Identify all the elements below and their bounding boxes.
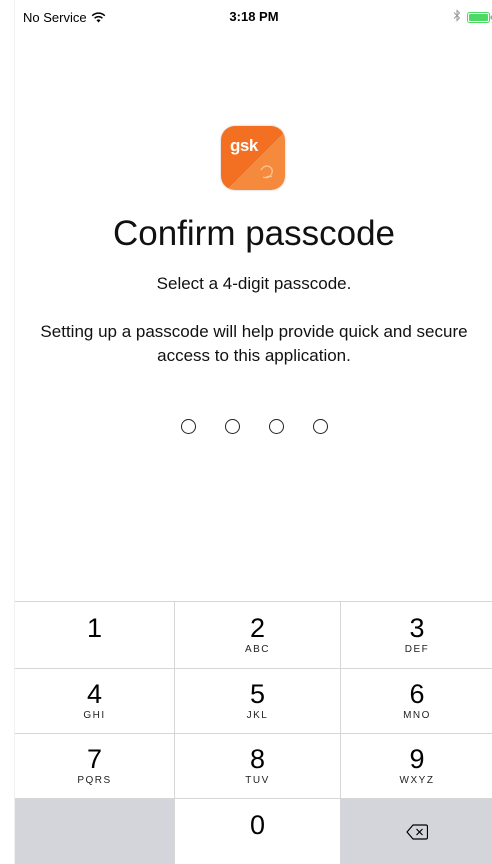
key-letters: PQRS [77,775,112,786]
key-digit: 8 [249,744,266,774]
key-2[interactable]: 2 ABC [175,601,341,668]
key-1[interactable]: 1 [15,601,175,668]
status-bar: No Service 3:18 PM [15,0,492,34]
key-digit: 5 [249,679,266,709]
logo-text: gsk [230,136,258,155]
page-description: Setting up a passcode will help provide … [40,322,468,365]
key-digit: 6 [409,679,425,709]
key-digit: 3 [409,613,425,643]
page-title: Confirm passcode [112,214,396,253]
passcode-dot [224,419,240,434]
bluetooth-icon [453,9,461,22]
passcode-dot [268,419,284,434]
key-letters: JKL [246,710,269,721]
key-blank [15,798,175,864]
status-right [453,9,492,23]
app-logo: gsk [221,126,285,190]
status-time: 3:18 PM [229,9,279,24]
page-subtitle: Select a 4-digit passcode. [156,274,352,293]
key-6[interactable]: 6 MNO [341,668,492,733]
key-5[interactable]: 5 JKL [175,668,341,733]
key-4[interactable]: 4 GHI [15,668,175,733]
key-digit: 2 [249,613,266,643]
key-digit: 4 [86,679,103,709]
key-letters: DEF [404,644,430,655]
key-8[interactable]: 8 TUV [175,733,341,798]
key-letters: TUV [245,775,270,786]
delete-key[interactable] [341,798,492,864]
passcode-indicator [15,419,492,434]
key-digit: 7 [86,744,103,774]
numeric-keypad: 1 2 ABC 3 DEF 4 GHI 5 JKL 6 MNO 7 PQRS 8 [15,601,492,864]
key-0[interactable]: 0 [175,798,341,864]
key-3[interactable]: 3 DEF [341,601,492,668]
key-digit: 1 [86,613,103,643]
key-letters: WXYZ [399,775,435,786]
key-letters: ABC [244,644,271,655]
key-letters: GHI [83,710,106,721]
key-letters: MNO [403,710,431,721]
backspace-icon [406,823,428,840]
key-7[interactable]: 7 PQRS [15,733,175,798]
passcode-dot [312,419,328,434]
passcode-dot [180,419,196,434]
passcode-screen: No Service 3:18 PM gsk Confirm passcode … [14,0,492,864]
key-digit: 9 [409,744,425,774]
battery-icon [467,10,492,23]
key-9[interactable]: 9 WXYZ [341,733,492,798]
key-digit: 0 [249,809,266,840]
